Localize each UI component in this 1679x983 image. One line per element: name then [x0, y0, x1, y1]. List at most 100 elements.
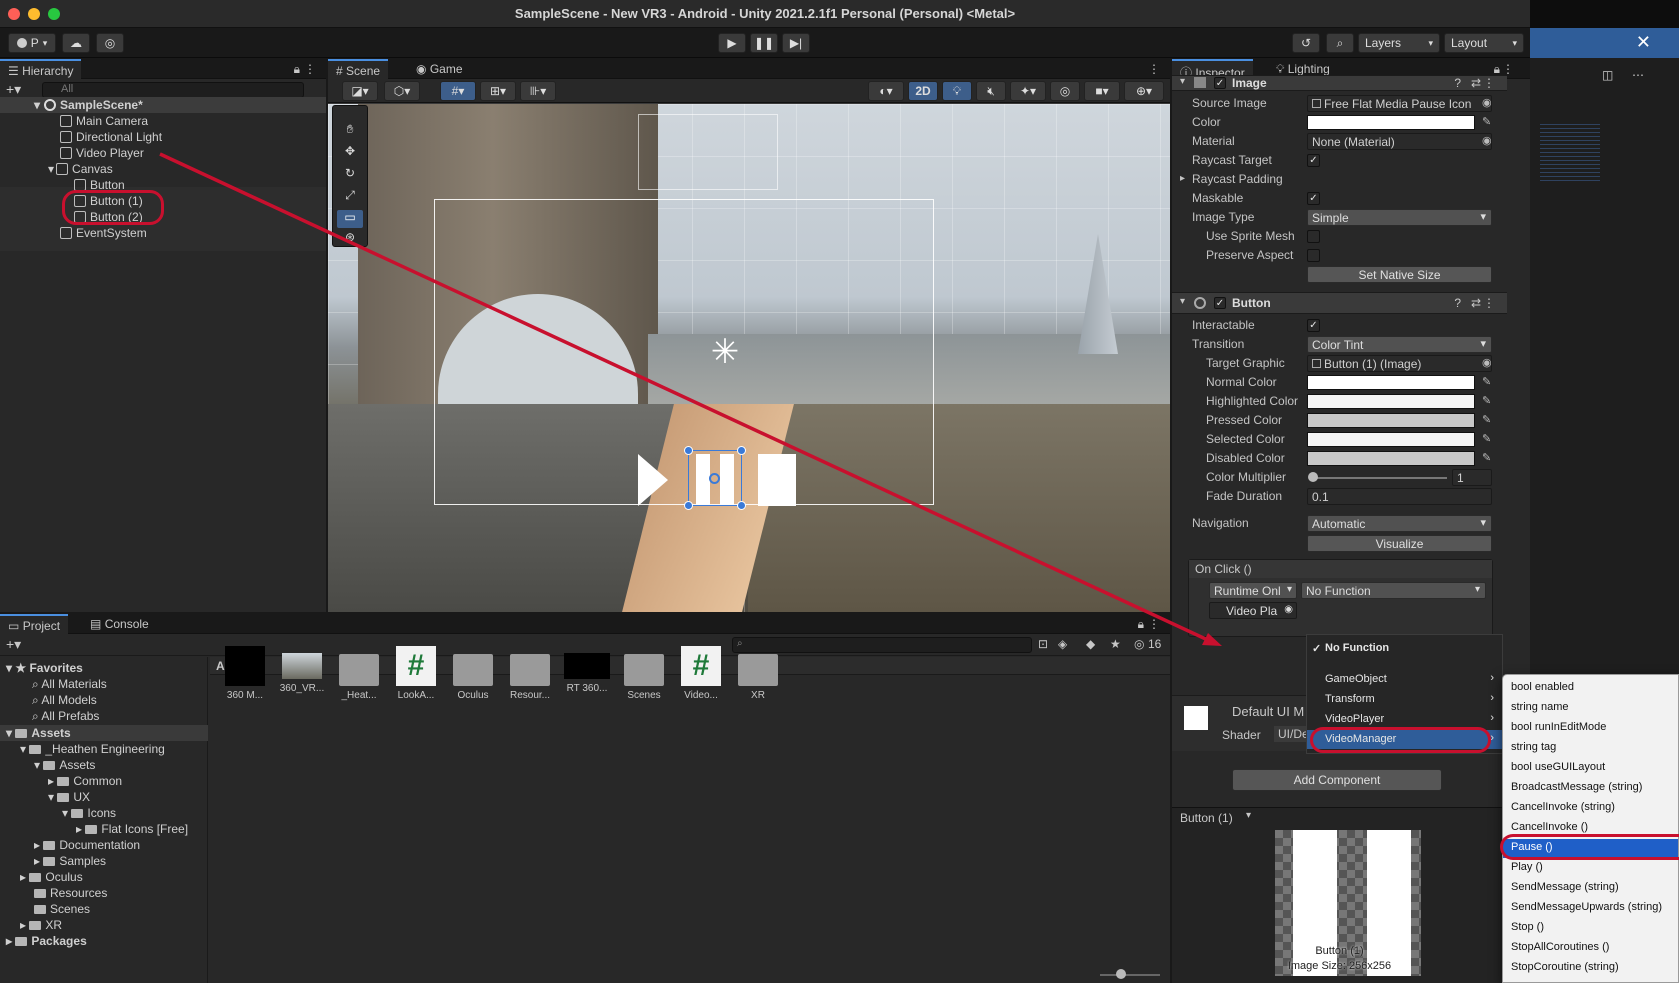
- scale-tool-icon[interactable]: ⤢: [337, 188, 363, 206]
- tree-icons[interactable]: ▾ Icons: [62, 806, 116, 821]
- button-component-header[interactable]: ▾ ✓ Button ? ⇄ ⋮: [1172, 292, 1507, 314]
- hierarchy-item-video-player[interactable]: Video Player: [60, 145, 144, 161]
- more-icon[interactable]: ⋮: [1148, 62, 1160, 76]
- step-button[interactable]: ▶|: [782, 33, 810, 53]
- tab-hierarchy[interactable]: ☰ Hierarchy: [0, 59, 82, 79]
- menu-item-bool-runineditmode[interactable]: bool runInEditMode: [1503, 719, 1678, 738]
- object-picker-icon[interactable]: ◉: [1482, 356, 1492, 369]
- effects-button[interactable]: ✦▾: [1010, 81, 1046, 101]
- increment-snap-button[interactable]: ⊞▾: [480, 81, 516, 101]
- light-gizmo-icon[interactable]: ✳: [707, 334, 743, 370]
- eyedropper-icon[interactable]: ✎: [1482, 451, 1491, 464]
- help-icon[interactable]: ?: [1454, 76, 1461, 90]
- cloud-button[interactable]: ☁: [62, 33, 90, 53]
- history-button[interactable]: ↺: [1292, 33, 1320, 53]
- tree-heathen-assets[interactable]: ▾ Assets: [34, 758, 95, 773]
- asset-rendertexture[interactable]: RT 360...: [562, 646, 612, 694]
- tab-console[interactable]: ▤ Console: [82, 614, 157, 634]
- more-icon[interactable]: ⋮: [1502, 62, 1514, 76]
- lock-icon[interactable]: 🔒︎: [1138, 617, 1144, 632]
- search-by-type-icon[interactable]: ⊡: [1038, 637, 1048, 651]
- asset-360-video[interactable]: 360_VR...: [277, 646, 327, 694]
- image-enabled-checkbox[interactable]: ✓: [1214, 77, 1226, 89]
- raycast-target-checkbox[interactable]: ✓: [1307, 154, 1320, 167]
- asset-heathen-folder[interactable]: _Heat...: [334, 646, 384, 701]
- more-icon[interactable]: ⋯: [1632, 68, 1644, 82]
- grid-snap-button[interactable]: #▾: [440, 81, 476, 101]
- hand-tool-icon[interactable]: ✋︎: [337, 122, 363, 140]
- asset-videomanager-script[interactable]: # Video...: [676, 646, 726, 701]
- selected-color-swatch[interactable]: [1307, 432, 1475, 447]
- more-icon[interactable]: ⋮: [304, 62, 316, 76]
- shading-button[interactable]: ◐▾: [868, 81, 904, 101]
- gizmos-button[interactable]: ⊕▾: [1124, 81, 1164, 101]
- menu-item-cancelinvoke-string[interactable]: CancelInvoke (string): [1503, 799, 1678, 818]
- hidden-packages-icon[interactable]: ◎: [1134, 637, 1144, 651]
- eyedropper-icon[interactable]: ✎: [1482, 115, 1491, 128]
- tree-heathen-engineering[interactable]: ▾ _Heathen Engineering: [20, 742, 165, 757]
- preset-icon[interactable]: ⇄: [1471, 296, 1481, 310]
- asset-resources-folder[interactable]: Resour...: [505, 646, 555, 701]
- render-mode-button[interactable]: ⬡▾: [384, 81, 420, 101]
- menu-item-stopallcoroutines[interactable]: StopAllCoroutines (): [1503, 939, 1678, 958]
- tab-project[interactable]: ▭ Project: [0, 614, 69, 634]
- asset-lookat-script[interactable]: # LookA...: [391, 646, 441, 701]
- asset-360-material[interactable]: 360 M...: [220, 646, 270, 701]
- add-component-button[interactable]: Add Component: [1232, 769, 1442, 791]
- visualize-button[interactable]: Visualize: [1307, 535, 1492, 552]
- camera-button[interactable]: ■▾: [1084, 81, 1120, 101]
- asset-scenes-folder[interactable]: Scenes: [619, 646, 669, 701]
- hierarchy-item-directional-light[interactable]: Directional Light: [60, 129, 162, 145]
- lighting-toggle[interactable]: 💡︎: [942, 81, 972, 101]
- tree-flat-icons[interactable]: ▸ Flat Icons [Free]: [76, 822, 188, 837]
- use-sprite-mesh-checkbox[interactable]: [1307, 230, 1320, 243]
- tree-resources[interactable]: Resources: [34, 886, 107, 901]
- menu-item-sendmessageupwards[interactable]: SendMessageUpwards (string): [1503, 899, 1678, 918]
- pause-button[interactable]: ❚❚: [750, 33, 778, 53]
- asset-oculus-folder[interactable]: Oculus: [448, 646, 498, 701]
- scene-viewport[interactable]: ✳: [328, 104, 1170, 612]
- tree-assets[interactable]: ▾ Assets: [6, 726, 71, 741]
- button-enabled-checkbox[interactable]: ✓: [1214, 297, 1226, 309]
- material-field[interactable]: None (Material): [1307, 133, 1492, 150]
- color-swatch[interactable]: [1307, 115, 1475, 130]
- visibility-toggle[interactable]: ◎: [1050, 81, 1080, 101]
- menu-item-gameobject[interactable]: GameObject ›: [1307, 670, 1502, 689]
- menu-item-sendmessage[interactable]: SendMessage (string): [1503, 879, 1678, 898]
- transform-tool-icon[interactable]: ⊛: [337, 230, 363, 246]
- layout-dropdown[interactable]: Layout ▾: [1444, 33, 1524, 53]
- lock-icon[interactable]: 🔒︎: [294, 62, 300, 77]
- source-image-field[interactable]: Free Flat Media Pause Icon: [1307, 95, 1492, 112]
- menu-item-no-function[interactable]: ✓ No Function: [1307, 639, 1502, 658]
- collab-button[interactable]: ◎: [96, 33, 124, 53]
- tree-all-materials[interactable]: ⌕ All Materials: [32, 677, 107, 692]
- search-by-label-icon[interactable]: ◈: [1058, 637, 1067, 651]
- tree-oculus[interactable]: ▸ Oculus: [20, 870, 83, 885]
- hierarchy-search-input[interactable]: All: [42, 82, 304, 98]
- pivot-handle[interactable]: [709, 473, 720, 484]
- split-editor-icon[interactable]: ◫: [1602, 68, 1613, 82]
- maskable-checkbox[interactable]: ✓: [1307, 192, 1320, 205]
- eyedropper-icon[interactable]: ✎: [1482, 375, 1491, 388]
- audio-toggle[interactable]: 🔇︎: [976, 81, 1006, 101]
- tree-favorites[interactable]: ▾ ★ Favorites: [6, 661, 83, 676]
- highlighted-color-swatch[interactable]: [1307, 394, 1475, 409]
- close-icon[interactable]: ✕: [1636, 32, 1651, 53]
- hierarchy-item-canvas[interactable]: ▾ Canvas: [48, 161, 113, 177]
- runtime-dropdown[interactable]: Runtime Onl ▾: [1209, 582, 1297, 599]
- preview-title[interactable]: Button (1): [1180, 811, 1233, 825]
- account-button[interactable]: P ▾: [8, 33, 56, 53]
- transition-dropdown[interactable]: Color Tint: [1307, 336, 1492, 353]
- draw-mode-button[interactable]: ◪▾: [342, 81, 378, 101]
- layers-dropdown[interactable]: Layers ▾: [1358, 33, 1440, 53]
- 2d-toggle[interactable]: 2D: [908, 81, 938, 101]
- normal-color-swatch[interactable]: [1307, 375, 1475, 390]
- menu-item-transform[interactable]: Transform ›: [1307, 690, 1502, 709]
- tree-ux[interactable]: ▾ UX: [48, 790, 90, 805]
- image-component-header[interactable]: ▾ ✓ Image ? ⇄ ⋮: [1172, 75, 1507, 91]
- menu-item-bool-useguilayout[interactable]: bool useGUILayout: [1503, 759, 1678, 778]
- object-picker-icon[interactable]: ◉: [1482, 134, 1492, 147]
- function-dropdown[interactable]: No Function ▾: [1301, 582, 1486, 599]
- pressed-color-swatch[interactable]: [1307, 413, 1475, 428]
- image-type-dropdown[interactable]: Simple: [1307, 209, 1492, 226]
